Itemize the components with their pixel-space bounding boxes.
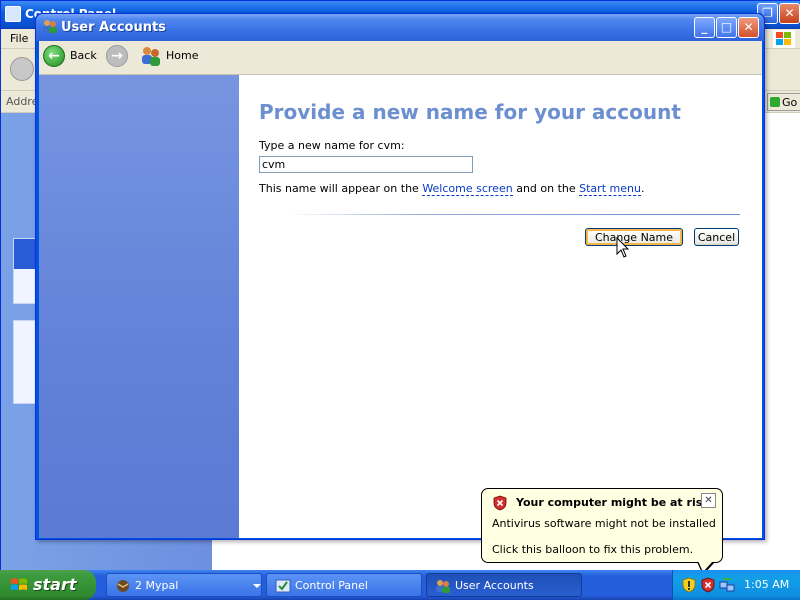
window-title: User Accounts: [61, 20, 166, 35]
user-accounts-icon: [42, 18, 58, 34]
name-usage-note: This name will appear on the Welcome scr…: [259, 182, 645, 196]
balloon-close-icon[interactable]: ✕: [701, 493, 716, 508]
control-panel-icon: [5, 6, 21, 22]
page-title: Provide a new name for your account: [259, 100, 681, 124]
change-name-button[interactable]: Change Name: [585, 228, 683, 246]
network-icon[interactable]: [719, 577, 735, 593]
user-accounts-icon: [435, 578, 451, 594]
security-center-icon[interactable]: [681, 577, 697, 593]
note-middle: and on the: [512, 182, 580, 195]
name-prompt-label: Type a new name for cvm:: [259, 139, 405, 152]
clock: 1:05 AM: [744, 578, 790, 591]
user-accounts-titlebar[interactable]: User Accounts _ □ ✕: [36, 14, 764, 41]
close-button[interactable]: ✕: [779, 3, 800, 24]
taskbar-item-label: 2 Mypal: [135, 579, 179, 592]
balloon-title: Your computer might be at risk: [516, 496, 710, 509]
back-arrow-icon: ←: [43, 45, 65, 67]
home-button[interactable]: Home: [140, 45, 205, 71]
navigation-bar: ← Back → Home: [39, 41, 762, 75]
home-label: Home: [166, 49, 199, 62]
menu-file[interactable]: File: [10, 32, 28, 45]
security-alert-icon[interactable]: [700, 577, 716, 593]
control-panel-icon: [275, 578, 291, 594]
back-arrow-icon[interactable]: [10, 57, 34, 81]
note-suffix: .: [640, 182, 645, 195]
taskbar-item-label: User Accounts: [455, 579, 534, 592]
back-button[interactable]: ← Back: [43, 45, 103, 71]
start-label: start: [33, 575, 77, 594]
mouse-pointer-icon: [616, 236, 630, 259]
separator-line: [287, 214, 740, 215]
balloon-instruction: Click this balloon to fix this problem.: [492, 543, 694, 556]
taskbar-item-user-accounts[interactable]: User Accounts: [426, 573, 582, 597]
windows-logo-icon: [773, 30, 795, 48]
system-tray: 1:05 AM: [672, 570, 800, 600]
taskbar-item-control-panel[interactable]: Control Panel: [266, 573, 422, 597]
go-arrow-icon: [770, 97, 780, 107]
maximize-button[interactable]: □: [716, 17, 737, 38]
user-accounts-home-icon: [140, 45, 162, 67]
user-accounts-window: User Accounts _ □ ✕ ← Back → Home Provid…: [35, 13, 765, 540]
balloon-message: Antivirus software might not be installe…: [492, 517, 716, 530]
security-shield-icon: [492, 495, 508, 511]
note-prefix: This name will appear on the: [259, 182, 423, 195]
minimize-button[interactable]: _: [694, 17, 715, 38]
start-menu-link[interactable]: Start menu: [579, 182, 641, 196]
windows-flag-icon: [10, 577, 28, 593]
chevron-down-icon: [253, 584, 261, 588]
mypal-icon: [115, 578, 131, 594]
start-button[interactable]: start: [0, 570, 96, 600]
taskbar-item-label: Control Panel: [295, 579, 368, 592]
forward-arrow-icon[interactable]: →: [106, 45, 128, 67]
left-task-pane: [39, 75, 239, 538]
taskbar: start 2 Mypal Control Panel User Account…: [0, 570, 800, 600]
go-label: Go: [782, 96, 798, 109]
security-alert-balloon[interactable]: Your computer might be at risk ✕ Antivir…: [481, 488, 723, 575]
cancel-button[interactable]: Cancel: [694, 228, 739, 246]
rename-account-panel: Provide a new name for your account Type…: [239, 75, 762, 538]
close-button[interactable]: ✕: [738, 17, 759, 38]
welcome-screen-link[interactable]: Welcome screen: [422, 182, 513, 196]
back-label: Back: [70, 49, 97, 62]
new-name-input[interactable]: [259, 156, 473, 173]
taskbar-item-mypal[interactable]: 2 Mypal: [106, 573, 262, 597]
user-accounts-body: Provide a new name for your account Type…: [39, 75, 762, 538]
go-button[interactable]: Go: [767, 93, 800, 111]
